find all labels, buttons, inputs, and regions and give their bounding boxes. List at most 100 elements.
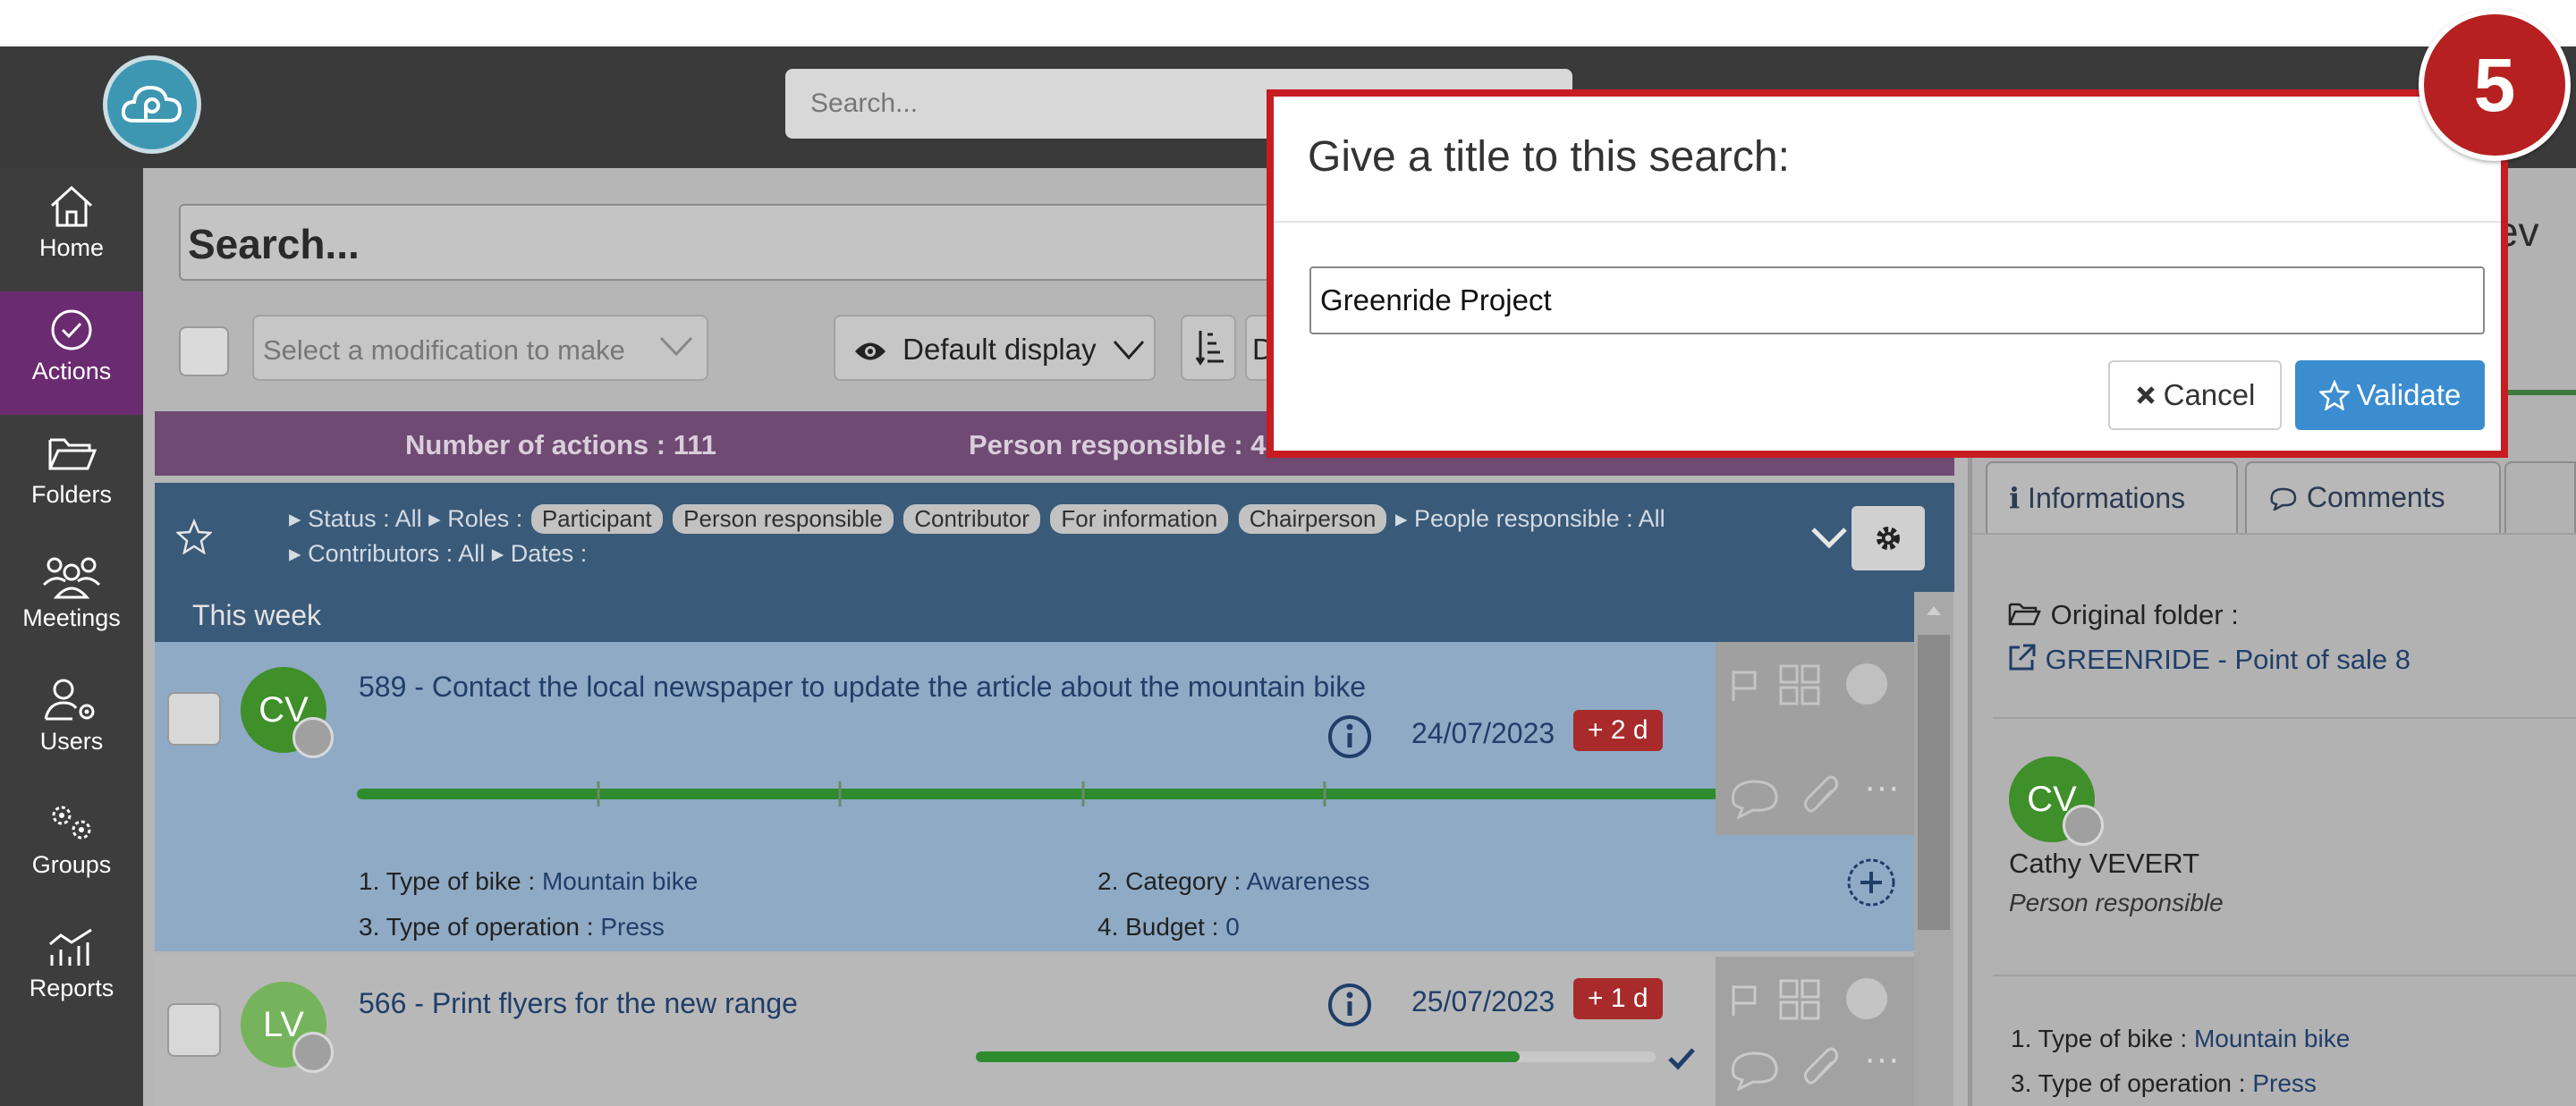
grid-icon[interactable] — [1778, 978, 1821, 1021]
caret-right-icon: ▸ — [289, 505, 301, 532]
sort-icon — [1195, 331, 1224, 366]
table-row[interactable]: CV 589 - Contact the local newspaper to … — [155, 642, 1914, 951]
field-type-of-bike: 1. Type of bike : Mountain bike — [359, 867, 699, 895]
action-title-link[interactable]: 589 - Contact the local newspaper to upd… — [359, 671, 1366, 704]
info-icon[interactable] — [1326, 982, 1373, 1028]
row-checkbox[interactable] — [167, 1003, 221, 1057]
section-divider — [1993, 975, 2576, 976]
paperclip-icon[interactable] — [1801, 774, 1841, 819]
chevron-down-icon — [658, 333, 694, 365]
tab-informations[interactable]: i Informations — [1986, 461, 2238, 533]
status-dot-icon[interactable] — [1846, 663, 1887, 705]
modification-select[interactable]: Select a modification to make — [252, 315, 708, 381]
flag-icon[interactable] — [1726, 667, 1762, 703]
sidebar-item-label: Home — [38, 234, 105, 261]
link-text: GREENRIDE - Point of sale 8 — [2045, 644, 2411, 675]
sidebar: Home Actions Folders Meetings Users Grou… — [0, 168, 143, 1106]
groups-icon — [52, 806, 91, 840]
tab-divider — [1972, 533, 2576, 535]
sidebar-item-home[interactable]: Home — [0, 168, 143, 291]
more-icon[interactable]: ··· — [1864, 767, 1900, 807]
due-date: 24/07/2023 — [1411, 717, 1555, 749]
paperclip-icon[interactable] — [1801, 1046, 1841, 1091]
progress-bar[interactable] — [976, 1043, 1674, 1075]
tab-label: Comments — [2306, 481, 2445, 513]
dialog-title: Give a title to this search: — [1308, 133, 1790, 181]
search-title-input[interactable] — [1309, 266, 2485, 334]
original-folder-link[interactable]: GREENRIDE - Point of sale 8 — [2007, 642, 2411, 676]
check-circle-icon — [51, 309, 92, 350]
folder-icon — [48, 438, 97, 470]
filter-line-1: ▸ Status : All ▸ Roles : Participant Per… — [289, 504, 1665, 534]
sidebar-item-groups[interactable]: Groups — [0, 785, 143, 908]
comments-icon[interactable] — [1728, 1046, 1787, 1091]
dialog-divider — [1274, 221, 2501, 223]
person-role: Person responsible — [2009, 889, 2224, 916]
star-icon — [2318, 380, 2350, 410]
modification-select-placeholder: Select a modification to make — [263, 334, 625, 366]
tab-label: Informations — [2028, 482, 2186, 514]
grid-icon[interactable] — [1778, 663, 1821, 706]
contributors-filter[interactable]: Contributors : All — [308, 540, 485, 567]
scrollbar[interactable] — [1914, 592, 1953, 1106]
role-chip[interactable]: Chairperson — [1238, 504, 1387, 534]
eye-icon — [855, 342, 886, 360]
validate-button[interactable]: Validate — [2295, 360, 2485, 430]
role-chip[interactable]: Participant — [530, 504, 663, 534]
info-icon[interactable] — [1326, 713, 1373, 760]
more-icon[interactable]: ··· — [1864, 1039, 1900, 1079]
check-icon — [1668, 1048, 1695, 1070]
sidebar-item-label: Actions — [31, 358, 112, 384]
filter-settings-button[interactable] — [1852, 506, 1925, 570]
star-icon[interactable] — [176, 519, 212, 554]
row-actions-panel: ··· — [1716, 957, 1914, 1106]
step-number-badge: 5 — [2419, 9, 2571, 161]
field-category: 2. Category : Awareness — [1097, 867, 1370, 895]
sidebar-item-reports[interactable]: Reports — [0, 908, 143, 1032]
sidebar-item-actions[interactable]: Actions — [0, 291, 143, 415]
tab-overflow[interactable] — [2504, 461, 2576, 533]
role-chip[interactable]: Person responsible — [673, 504, 894, 534]
flag-icon[interactable] — [1726, 982, 1762, 1017]
action-title-link[interactable]: 566 - Print flyers for the new range — [359, 987, 798, 1020]
folder-open-icon — [2008, 603, 2041, 626]
role-chip[interactable]: Contributor — [903, 504, 1040, 534]
role-chip[interactable]: For information — [1050, 504, 1229, 534]
progress-bar[interactable] — [357, 776, 1806, 812]
original-folder-label: Original folder : — [2007, 599, 2239, 631]
users-icon — [44, 679, 95, 721]
comments-icon — [2270, 487, 2297, 512]
app-logo[interactable] — [103, 55, 201, 154]
caret-right-icon: ▸ — [1394, 505, 1408, 532]
row-checkbox[interactable] — [167, 692, 221, 746]
sort-button[interactable] — [1181, 315, 1236, 381]
caret-right-icon: ▸ — [428, 505, 441, 532]
chevron-down-icon — [1113, 341, 1144, 360]
tab-comments[interactable]: Comments — [2245, 461, 2501, 533]
responsible-count: Person responsible : 4 — [969, 429, 1267, 460]
scroll-up-icon[interactable] — [1925, 604, 1943, 617]
presence-indicator — [2063, 805, 2104, 846]
status-filter[interactable]: Status : All — [308, 505, 422, 532]
add-icon[interactable] — [1845, 857, 1897, 908]
chevron-down-icon[interactable] — [1809, 524, 1849, 551]
reports-icon — [49, 928, 92, 966]
panel-field-type-of-bike: 1. Type of bike : Mountain bike — [2011, 1025, 2351, 1052]
person-name[interactable]: Cathy VEVERT — [2009, 848, 2199, 880]
scrollbar-thumb[interactable] — [1918, 635, 1950, 930]
sidebar-item-users[interactable]: Users — [0, 662, 143, 785]
cancel-button[interactable]: Cancel — [2108, 360, 2282, 430]
sidebar-item-label: Reports — [29, 975, 114, 1001]
comments-icon[interactable] — [1728, 774, 1787, 819]
people-responsible-filter[interactable]: People responsible : All — [1414, 505, 1665, 532]
display-mode-button[interactable]: Default display — [834, 315, 1156, 381]
sidebar-item-folders[interactable]: Folders — [0, 415, 143, 538]
dates-filter[interactable]: Dates : — [511, 540, 588, 567]
cloud-icon — [121, 85, 182, 122]
table-row[interactable]: LV 566 - Print flyers for the new range … — [155, 957, 1914, 1106]
status-dot-icon[interactable] — [1846, 978, 1887, 1019]
select-all-checkbox[interactable] — [179, 326, 229, 376]
sidebar-item-meetings[interactable]: Meetings — [0, 538, 143, 662]
field-type-of-operation: 3. Type of operation : Press — [359, 913, 665, 941]
caret-right-icon: ▸ — [289, 540, 301, 567]
